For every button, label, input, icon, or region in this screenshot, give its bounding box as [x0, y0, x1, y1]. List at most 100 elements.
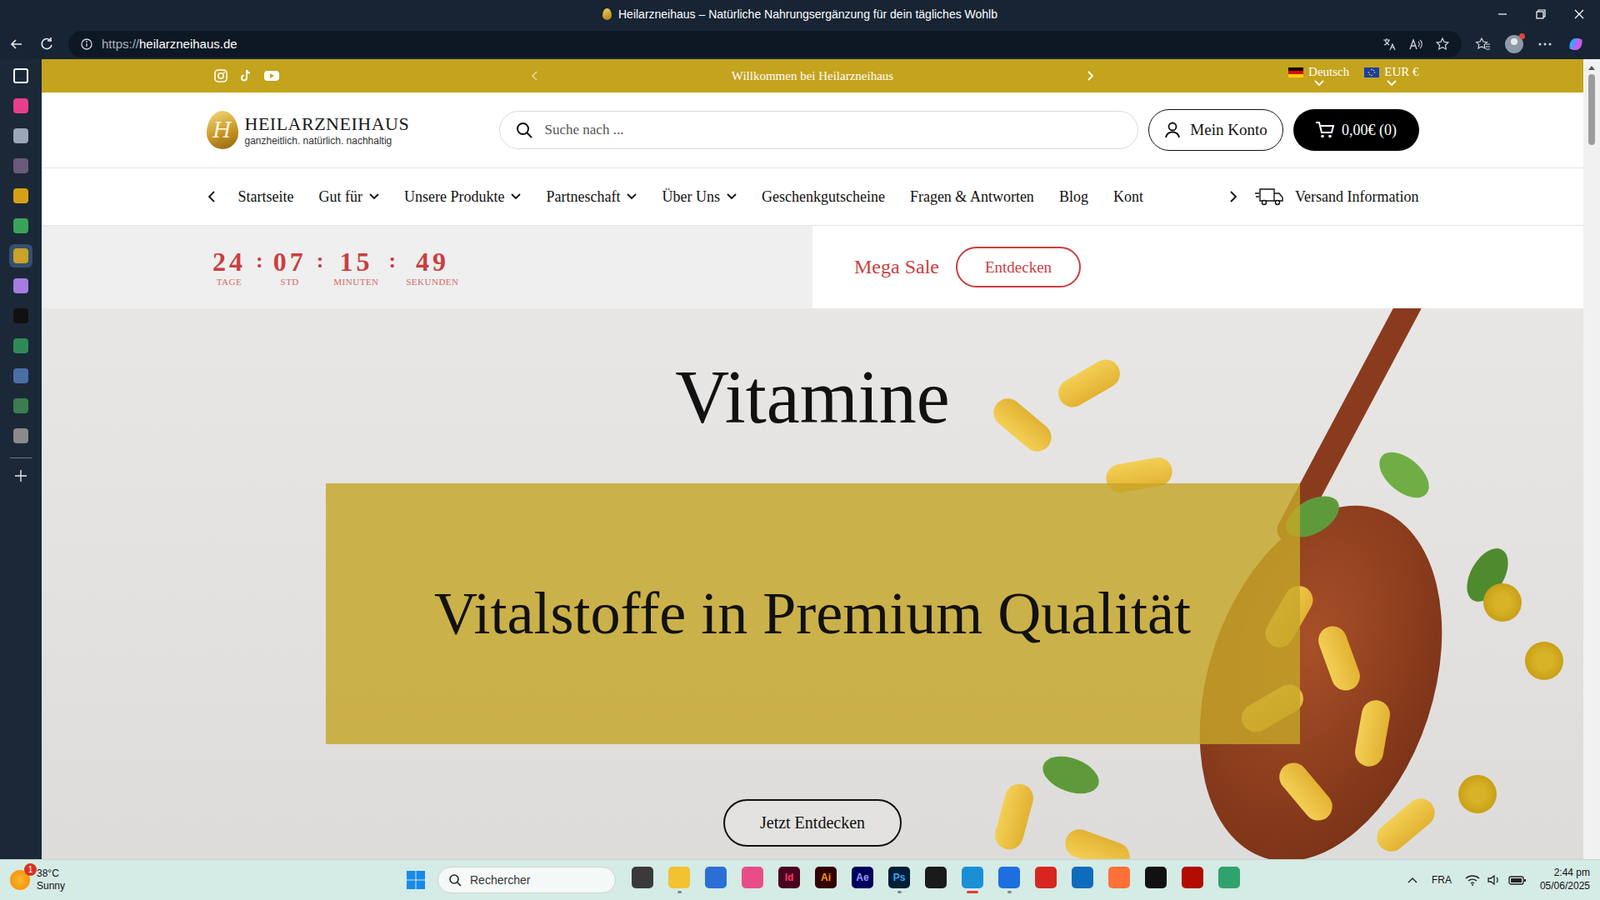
sale-promo: Mega SaleEntdecken	[812, 225, 1584, 309]
restore-icon[interactable]	[1535, 8, 1547, 20]
nav-item[interactable]: Unsere Produkte	[404, 188, 521, 206]
scroll-up-icon[interactable]	[1587, 64, 1596, 71]
taskbar-app[interactable]	[664, 866, 695, 894]
nav-item[interactable]: Geschenkgutscheine	[761, 188, 885, 206]
running-indicator	[1227, 890, 1232, 894]
taskbar-app[interactable]	[920, 866, 951, 894]
sidebar-item[interactable]	[9, 124, 33, 148]
taskbar-app[interactable]: Ae	[847, 866, 878, 894]
app-icon	[13, 158, 29, 174]
tiktok-icon[interactable]	[238, 68, 254, 84]
url-text[interactable]: https://heilarzneihaus.de	[101, 36, 1374, 51]
shipping-info-link[interactable]: Versand Information	[1250, 186, 1419, 207]
taskbar-app[interactable]	[1067, 866, 1098, 894]
more-menu-icon[interactable]	[1536, 35, 1554, 53]
sidebar-item[interactable]	[9, 64, 33, 88]
sale-discover-button[interactable]: Entdecken	[955, 246, 1081, 288]
app-icon	[13, 128, 29, 144]
cart-button[interactable]: 0,00€ (0)	[1293, 109, 1420, 151]
clock[interactable]: 2:44 pm05/06/2025	[1540, 866, 1590, 893]
language-selector[interactable]: Deutsch	[1288, 65, 1350, 87]
translate-icon[interactable]	[1381, 36, 1397, 52]
countdown-unit: 07STD	[273, 247, 307, 287]
url-field[interactable]: https://heilarzneihaus.de	[68, 30, 1462, 58]
taskbar-app[interactable]	[1104, 866, 1135, 894]
app-icon	[13, 278, 29, 294]
weather-widget[interactable]: 138°CSunny	[10, 867, 260, 893]
desktop: Heilarzneihaus – Natürliche Nahrungsergä…	[0, 0, 1600, 900]
account-button[interactable]: Mein Konto	[1148, 109, 1284, 151]
sidebar-item[interactable]	[9, 154, 33, 178]
sidebar-item[interactable]	[9, 394, 33, 418]
eu-flag-icon	[1364, 67, 1380, 78]
profile-avatar-icon[interactable]	[1505, 35, 1524, 54]
nav-item[interactable]: Blog	[1059, 188, 1089, 206]
favorite-star-icon[interactable]	[1435, 36, 1450, 52]
scroll-thumb[interactable]	[1588, 74, 1595, 145]
minimize-icon[interactable]	[1496, 8, 1509, 20]
scroll-left-icon[interactable]	[206, 190, 219, 204]
taskbar-app[interactable]	[1140, 866, 1171, 894]
favorites-icon[interactable]	[1475, 35, 1492, 53]
running-indicator	[860, 890, 865, 894]
taskbar-app[interactable]	[627, 866, 658, 894]
site-info-icon[interactable]	[80, 37, 94, 51]
sidebar-item[interactable]	[9, 364, 33, 388]
hero-subtitle-box: Vitalstoffe in Premium Qualität	[325, 483, 1300, 745]
refresh-icon[interactable]	[38, 35, 55, 53]
back-arrow-icon[interactable]	[8, 35, 25, 53]
taskbar-app[interactable]: Ps	[884, 866, 915, 894]
add-plus-icon[interactable]	[13, 468, 29, 484]
taskbar-app[interactable]	[700, 866, 731, 894]
taskbar-app[interactable]	[1177, 866, 1208, 894]
next-arrow-icon[interactable]	[1084, 70, 1096, 82]
currency-selector[interactable]: EUR €	[1364, 65, 1419, 87]
running-indicator	[934, 890, 939, 894]
site-header: HHEILARZNEIHAUSganzheitlich. natürlich. …	[41, 92, 1584, 169]
taskbar-app[interactable]	[994, 866, 1025, 894]
app-icon: Ps	[888, 866, 910, 889]
taskbar-app[interactable]: Id	[774, 866, 805, 894]
sidebar-item[interactable]	[9, 274, 33, 298]
previous-arrow-icon[interactable]	[529, 70, 541, 82]
nav-item[interactable]: Gut für	[318, 188, 380, 206]
instagram-icon[interactable]	[213, 68, 229, 84]
page-scrollbar[interactable]	[1583, 59, 1600, 860]
scroll-right-icon[interactable]	[1226, 190, 1239, 204]
notification-badge: 1	[24, 863, 37, 876]
hero-cta-button[interactable]: Jetzt Entdecken	[723, 799, 902, 847]
taskbar-app[interactable]	[1030, 866, 1061, 894]
app-icon	[1035, 866, 1057, 889]
close-icon[interactable]	[1573, 8, 1585, 20]
sidebar-item[interactable]	[9, 424, 33, 448]
nav-item[interactable]: Fragen & Antworten	[910, 188, 1035, 206]
nav-item[interactable]: Startseite	[238, 188, 295, 206]
nav-item[interactable]: Partneschaft	[545, 188, 637, 206]
youtube-icon[interactable]	[263, 68, 280, 84]
taskbar-app[interactable]: Ai	[810, 866, 841, 894]
sidebar-divider	[10, 457, 32, 459]
sidebar-item[interactable]	[9, 214, 33, 238]
nav-item[interactable]: Kont	[1113, 188, 1144, 206]
search-field[interactable]: Suche nach ...	[499, 110, 1139, 150]
sidebar-item[interactable]	[9, 94, 33, 118]
sidebar-item[interactable]	[9, 334, 33, 358]
search-placeholder: Suche nach ...	[545, 121, 625, 139]
site-logo[interactable]: HHEILARZNEIHAUSganzheitlich. natürlich. …	[206, 110, 490, 150]
sidebar-item[interactable]	[9, 304, 33, 328]
tray-status[interactable]	[1465, 873, 1527, 887]
tray-chevron-icon[interactable]	[1406, 875, 1419, 885]
copilot-icon[interactable]	[1566, 35, 1585, 54]
read-aloud-icon[interactable]	[1408, 36, 1424, 52]
taskbar-app[interactable]	[957, 866, 988, 894]
taskbar-app[interactable]	[737, 866, 768, 894]
keyboard-language[interactable]: FRA	[1431, 874, 1452, 886]
sidebar-item[interactable]	[9, 184, 33, 208]
windows-start-icon[interactable]	[405, 870, 426, 890]
app-icon	[1145, 866, 1167, 889]
nav-item[interactable]: Über Uns	[661, 188, 737, 206]
taskbar-search[interactable]: Rechercher	[437, 866, 616, 894]
taskbar-app[interactable]	[1214, 866, 1245, 894]
sidebar-item[interactable]	[9, 244, 33, 268]
nav-items: Startseite Gut für Unsere Produkte Partnesc…	[230, 188, 1216, 206]
